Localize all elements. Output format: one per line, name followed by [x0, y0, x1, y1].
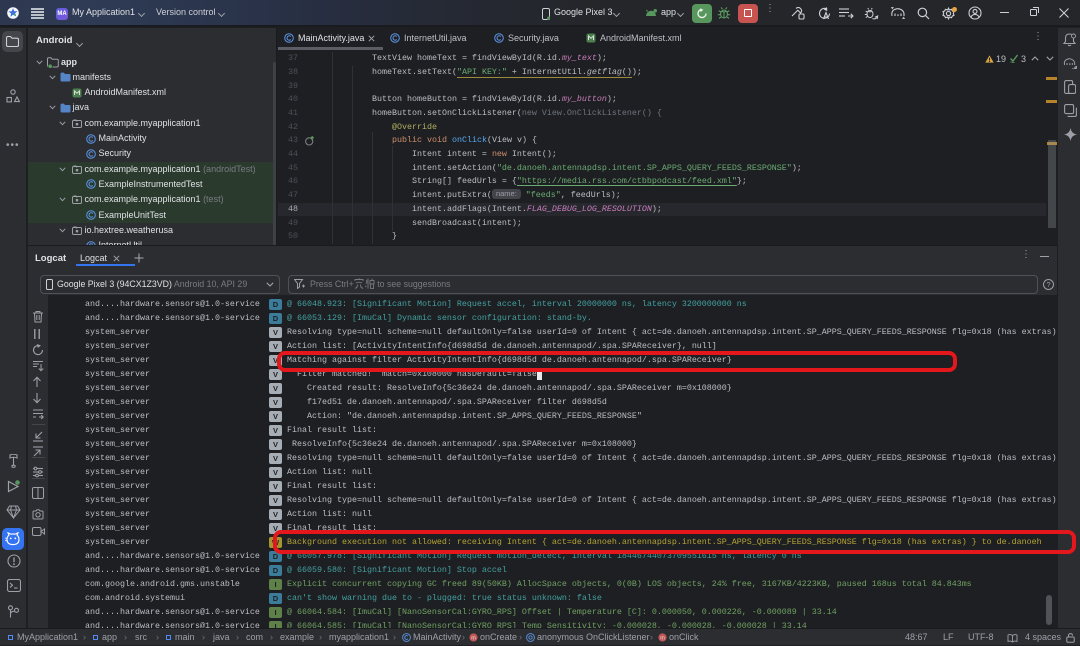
svg-text:m: m	[471, 636, 476, 642]
svg-text:m: m	[660, 636, 665, 642]
svg-text:?: ?	[1046, 280, 1050, 289]
